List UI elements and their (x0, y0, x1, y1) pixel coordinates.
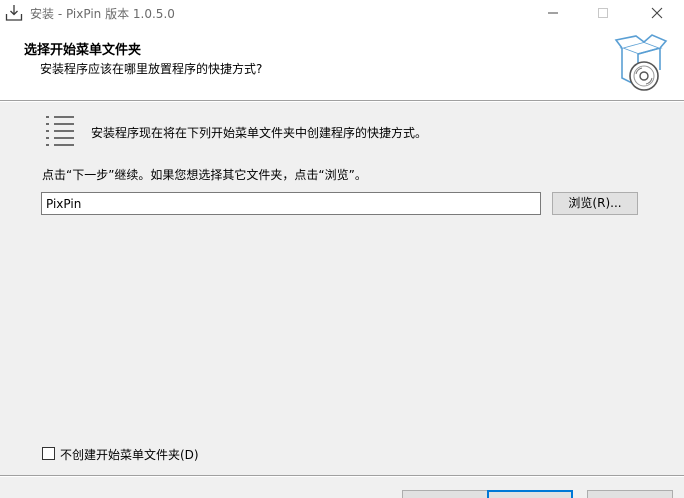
page-title: 选择开始菜单文件夹 (24, 43, 142, 58)
page-subtitle: 安装程序应该在哪里放置程序的快捷方式? (40, 62, 263, 76)
instruction-text: 点击“下一步”继续。如果您想选择其它文件夹，点击“浏览”。 (42, 168, 367, 182)
window-title: 安装 - PixPin 版本 1.0.5.0 (30, 7, 175, 21)
list-icon (44, 114, 76, 150)
back-button[interactable] (402, 490, 488, 498)
no-start-menu-folder-label[interactable]: 不创建开始菜单文件夹(D) (60, 446, 199, 463)
close-icon (651, 7, 663, 19)
no-start-menu-folder-checkbox[interactable] (42, 447, 55, 460)
install-icon (5, 4, 23, 22)
browse-button[interactable]: 浏览(R)... (552, 192, 638, 215)
folder-description: 安装程序现在将在下列开始菜单文件夹中创建程序的快捷方式。 (91, 126, 428, 140)
title-bar: 安装 - PixPin 版本 1.0.5.0 (0, 0, 684, 26)
maximize-icon (598, 8, 608, 18)
start-menu-folder-input[interactable] (41, 192, 541, 215)
close-button[interactable] (634, 0, 680, 26)
setup-box-icon (614, 34, 668, 94)
minimize-icon (548, 12, 558, 14)
next-button[interactable] (487, 490, 573, 498)
minimize-button[interactable] (530, 0, 576, 26)
cancel-button[interactable] (587, 490, 673, 498)
wizard-header: 选择开始菜单文件夹 安装程序应该在哪里放置程序的快捷方式? (0, 26, 684, 100)
maximize-button[interactable] (580, 0, 626, 26)
